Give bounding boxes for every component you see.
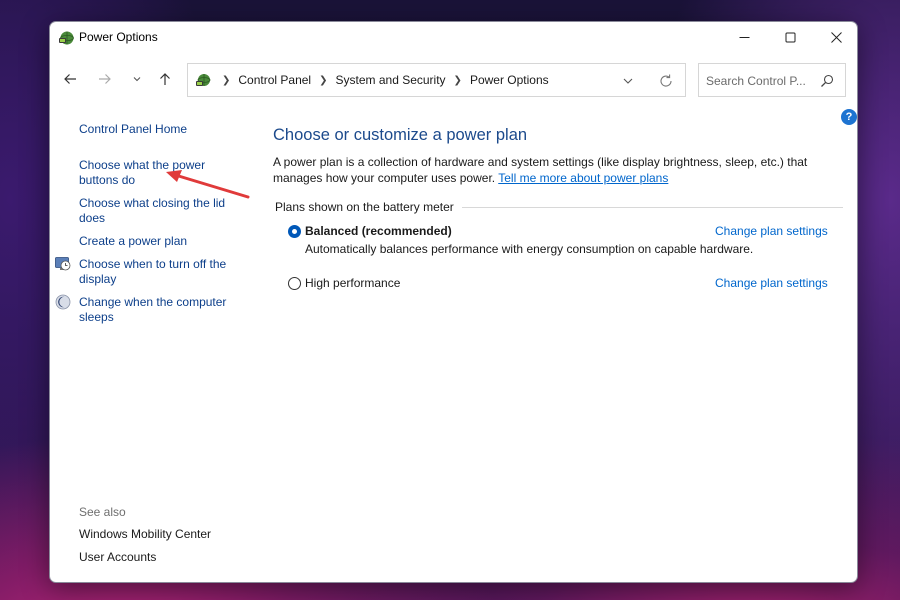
maximize-icon (785, 32, 795, 42)
plan-radio-balanced[interactable] (288, 225, 301, 238)
breadcrumb-control-panel[interactable]: Control Panel (238, 73, 311, 87)
address-bar[interactable]: ❯ Control Panel ❯ System and Security ❯ … (187, 63, 686, 97)
maximize-button[interactable] (767, 22, 813, 52)
breadcrumb-system-and-security[interactable]: System and Security (336, 73, 446, 87)
address-dropdown-icon[interactable] (621, 74, 635, 88)
plan-description-balanced: Automatically balances performance with … (305, 242, 754, 256)
forward-button[interactable] (94, 68, 116, 90)
see-also-heading: See also (79, 505, 126, 519)
search-box[interactable] (698, 63, 846, 97)
sidebar-item-turn-off-display[interactable]: Choose when to turn off the display (79, 257, 239, 287)
plan-name-high-performance[interactable]: High performance (305, 276, 400, 290)
plans-group-header: Plans shown on the battery meter (275, 200, 843, 214)
breadcrumb: ❯ Control Panel ❯ System and Security ❯ … (214, 73, 549, 87)
sidebar-item-create-power-plan[interactable]: Create a power plan (79, 234, 187, 249)
refresh-icon[interactable] (658, 73, 674, 89)
recent-locations-button[interactable] (126, 68, 148, 90)
title-bar[interactable]: Power Options (50, 22, 857, 52)
navigation-bar: ❯ Control Panel ❯ System and Security ❯ … (50, 60, 857, 98)
search-icon[interactable] (820, 74, 834, 88)
minimize-icon (739, 36, 749, 38)
annotation-arrow (166, 170, 250, 199)
breadcrumb-chevron-icon[interactable]: ❯ (319, 75, 327, 86)
monitor-clock-icon (55, 257, 71, 271)
back-button[interactable] (59, 68, 81, 90)
sidebar-item-computer-sleeps[interactable]: Change when the computer sleeps (79, 295, 239, 325)
up-arrow-icon (160, 73, 170, 85)
sidebar-control-panel-home[interactable]: Control Panel Home (79, 122, 187, 137)
plan-radio-high-performance[interactable] (288, 277, 301, 290)
moon-sleep-icon (55, 294, 71, 310)
group-divider (461, 206, 843, 208)
page-description: A power plan is a collection of hardware… (273, 155, 833, 186)
learn-more-link[interactable]: Tell me more about power plans (498, 171, 668, 185)
close-icon (830, 31, 842, 43)
back-arrow-icon (64, 74, 76, 84)
breadcrumb-chevron-icon[interactable]: ❯ (454, 75, 462, 86)
plan-name-balanced[interactable]: Balanced (recommended) (305, 224, 452, 238)
window-title: Power Options (79, 30, 158, 44)
plans-group-label: Plans shown on the battery meter (275, 200, 454, 214)
breadcrumb-power-options[interactable]: Power Options (470, 73, 549, 87)
see-also-mobility-center[interactable]: Windows Mobility Center (79, 527, 211, 541)
search-input[interactable] (706, 73, 816, 89)
minimize-button[interactable] (721, 22, 767, 52)
close-button[interactable] (813, 22, 857, 52)
up-button[interactable] (154, 68, 176, 90)
power-options-window: Power Options ❯ Control Panel ❯ System a… (49, 21, 858, 583)
change-plan-settings-high-performance[interactable]: Change plan settings (715, 276, 828, 290)
see-also-user-accounts[interactable]: User Accounts (79, 550, 156, 564)
page-title: Choose or customize a power plan (273, 126, 528, 144)
power-options-app-icon (59, 31, 74, 45)
forward-arrow-icon (99, 74, 111, 84)
control-panel-icon (196, 74, 211, 86)
breadcrumb-chevron-icon[interactable]: ❯ (222, 75, 230, 86)
help-icon[interactable]: ? (841, 109, 857, 125)
change-plan-settings-balanced[interactable]: Change plan settings (715, 224, 828, 238)
chevron-down-icon (133, 77, 141, 82)
